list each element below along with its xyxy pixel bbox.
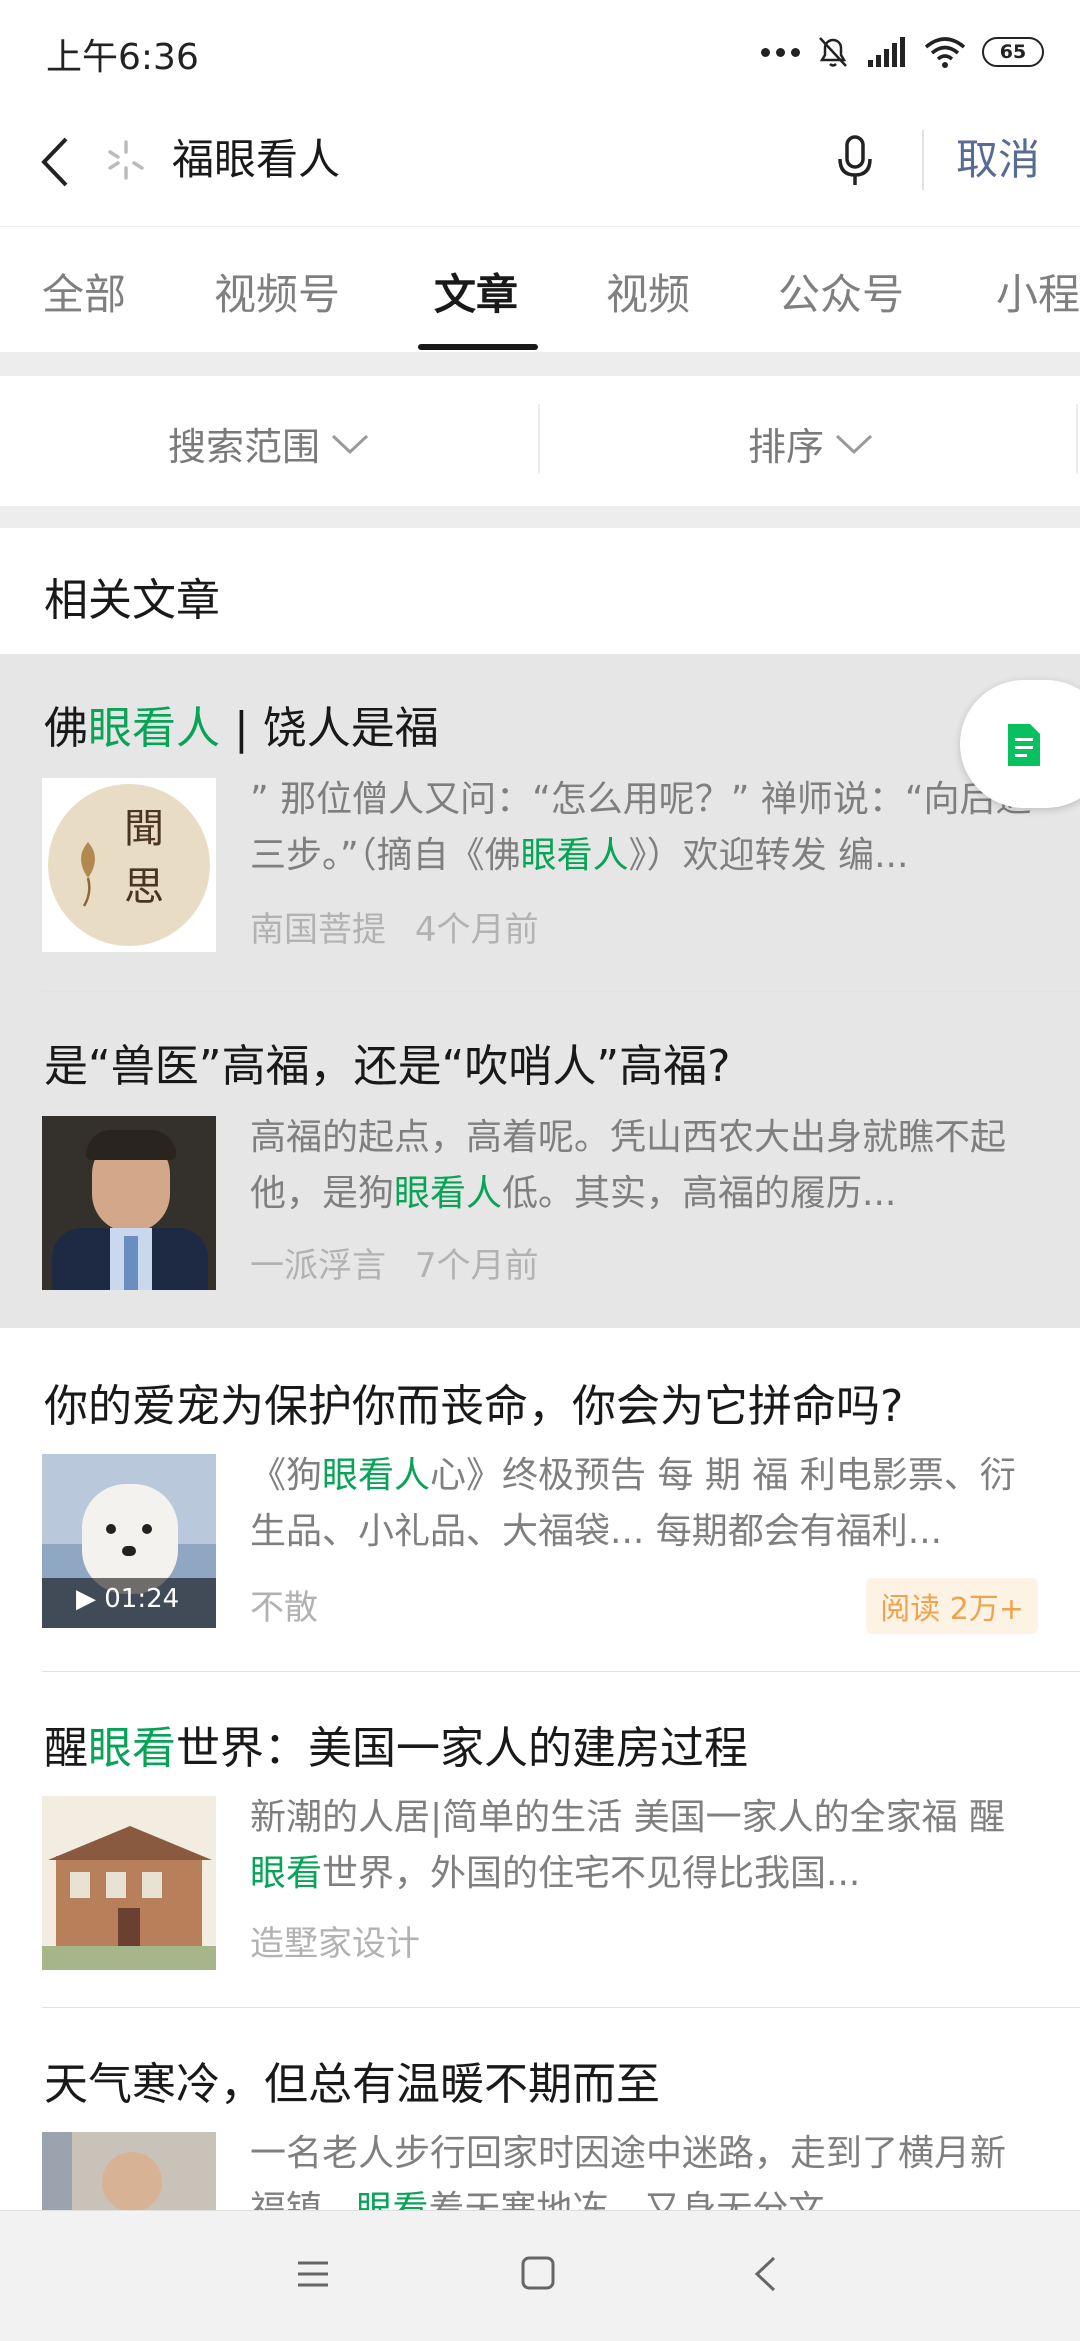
tab-channels[interactable]: 视频号: [214, 261, 340, 322]
article-time: 4个月前: [414, 910, 539, 950]
back-arrow-icon: [41, 137, 68, 187]
keyword-highlight: 眼看人: [88, 703, 220, 754]
article-item[interactable]: 醒眼看世界：美国一家人的建房过程 新潮的人居|简单的生活 美国一家人的全家福 醒…: [0, 1672, 1080, 2008]
loading-spinner-icon: [108, 140, 144, 180]
text-run: | 饶人是福: [220, 703, 439, 754]
header-divider: [922, 130, 924, 190]
text-run: 佛: [44, 703, 88, 754]
category-tabs: 全部 视频号 文章 视频 公众号 小程: [0, 226, 1080, 353]
lotus-icon: [81, 842, 95, 907]
battery-indicator: 65: [982, 37, 1044, 67]
article-item[interactable]: 是“兽医”高福，还是“吹哨人”高福? 高福的起点，高着呢。凭山西农大出身就瞧不起…: [0, 992, 1080, 1328]
wifi-icon: [924, 37, 966, 68]
spacer: [0, 506, 1080, 528]
article-item[interactable]: 你的爱宠为保护你而丧命，你会为它拼命吗? ▶ 01:24 《狗眼看人心》终极预告…: [0, 1328, 1080, 1672]
article-thumbnail: ▶ 01:24: [42, 1454, 216, 1628]
voice-search-button[interactable]: [830, 128, 880, 192]
search-input[interactable]: 福眼看人: [172, 130, 340, 190]
system-nav-bar: [0, 2210, 1080, 2341]
text-run: 《狗: [250, 1455, 323, 1496]
active-tab-indicator: [418, 344, 538, 350]
text-run: 天气寒冷，但总有温暖不期而至: [44, 2059, 660, 2110]
filter-bar: 搜索范围 排序: [0, 376, 1080, 506]
status-icons: 65: [761, 30, 1044, 74]
video-duration: ▶ 01:24: [76, 1584, 180, 1614]
thumbnail-caption: 聞思: [124, 806, 164, 910]
text-run: 低。其实，高福的履历...: [502, 1173, 897, 1214]
article-title: 你的爱宠为保护你而丧命，你会为它拼命吗?: [44, 1370, 903, 1434]
search-header: [0, 104, 1080, 226]
back-triangle-icon[interactable]: [752, 2255, 778, 2293]
chevron-down-icon: [331, 434, 369, 454]
more-dots-icon: [761, 47, 800, 57]
article-thumbnail: [42, 1796, 216, 1970]
status-time: 上午6:36: [46, 37, 199, 78]
read-count-badge: 阅读 2万+: [866, 1578, 1038, 1634]
sort-label: 排序: [748, 425, 825, 469]
back-button[interactable]: [30, 130, 80, 194]
text-run: 是“兽医”高福，还是“吹哨人”高福?: [44, 1041, 731, 1092]
menu-icon[interactable]: [296, 2259, 330, 2289]
text-run: 醒: [44, 1723, 88, 1774]
article-snippet: 一名老人步行回家时因途中迷路，走到了横月新福镇...眼看着天寒地冻，又身无分文.…: [250, 2126, 1040, 2210]
tab-official-accounts[interactable]: 公众号: [778, 261, 904, 322]
tab-articles[interactable]: 文章: [434, 261, 518, 322]
article-source: 不散: [250, 1588, 318, 1628]
article-thumbnail: 聞思: [42, 778, 216, 952]
keyword-highlight: 眼看: [250, 1853, 323, 1894]
chevron-down-icon: [835, 434, 873, 454]
article-title: 醒眼看世界：美国一家人的建房过程: [44, 1712, 748, 1776]
article-meta: 一派浮言 7个月前: [250, 1238, 538, 1287]
article-snippet: 新潮的人居|简单的生活 美国一家人的全家福 醒眼看世界，外国的住宅不见得比我国.…: [250, 1790, 1040, 1902]
text-run: 新潮的人居|简单的生活 美国一家人的全家福 醒: [250, 1797, 1006, 1838]
text-run: 世界：美国一家人的建房过程: [176, 1723, 748, 1774]
article-title: 佛眼看人 | 饶人是福: [44, 692, 439, 756]
microphone-icon: [838, 135, 872, 185]
filter-divider: [538, 404, 540, 474]
cancel-button[interactable]: 取消: [956, 130, 1040, 190]
text-run: 》）欢迎转发 编...: [628, 835, 909, 876]
text-run: 你的爱宠为保护你而丧命，你会为它拼命吗?: [44, 1381, 904, 1432]
article-meta: 南国菩提 4个月前: [250, 902, 538, 951]
article-item[interactable]: 佛眼看人 | 饶人是福 聞思 ” 那位僧人又问：“怎么用呢？” 禅师说：“向后退…: [0, 654, 1080, 992]
article-snippet: 《狗眼看人心》终极预告 每 期 福 利电影票、衍生品、小礼品、大福袋... 每期…: [250, 1448, 1040, 1560]
article-source: 一派浮言: [250, 1246, 386, 1286]
article-thumbnail: [42, 1116, 216, 1290]
article-thumbnail: [42, 2132, 216, 2210]
article-title: 是“兽医”高福，还是“吹哨人”高福?: [44, 1030, 731, 1094]
article-title: 天气寒冷，但总有温暖不期而至: [44, 2048, 660, 2112]
article-source: 造墅家设计: [250, 1924, 420, 1964]
article-time: 7个月前: [414, 1246, 539, 1286]
article-source: 南国菩提: [250, 910, 386, 950]
search-scope-label: 搜索范围: [168, 425, 321, 469]
section-title: 相关文章: [44, 575, 220, 626]
filter-divider: [1076, 404, 1078, 474]
sort-filter[interactable]: 排序: [748, 416, 874, 471]
keyword-highlight: 眼看人: [322, 1455, 431, 1496]
mute-bell-icon: [819, 37, 847, 67]
article-snippet: ” 那位僧人又问：“怎么用呢？” 禅师说：“向后退三步。”（摘自《佛眼看人》）欢…: [250, 772, 1040, 884]
signal-icon: [868, 37, 905, 67]
keyword-highlight: 眼看人: [520, 835, 629, 876]
article-item[interactable]: 天气寒冷，但总有温暖不期而至 一名老人步行回家时因途中迷路，走到了横月新福镇..…: [0, 2008, 1080, 2210]
text-run: 着天寒地冻，又身无分文...: [428, 2189, 859, 2210]
tab-all[interactable]: 全部: [42, 261, 126, 322]
search-scope-filter[interactable]: 搜索范围: [168, 416, 370, 471]
tab-mini-programs[interactable]: 小程: [996, 261, 1080, 322]
keyword-highlight: 眼看: [88, 1723, 176, 1774]
floating-reader-button[interactable]: [960, 680, 1080, 808]
document-icon: [1008, 724, 1040, 766]
tab-videos[interactable]: 视频: [606, 261, 690, 322]
spacer: [0, 352, 1080, 376]
keyword-highlight: 眼看人: [394, 1173, 503, 1214]
home-square-icon[interactable]: [520, 2255, 556, 2291]
text-run: 世界，外国的住宅不见得比我国...: [322, 1853, 861, 1894]
article-snippet: 高福的起点，高着呢。凭山西农大出身就瞧不起他，是狗眼看人低。其实，高福的履历..…: [250, 1110, 1040, 1222]
keyword-highlight: 眼看: [356, 2189, 429, 2210]
